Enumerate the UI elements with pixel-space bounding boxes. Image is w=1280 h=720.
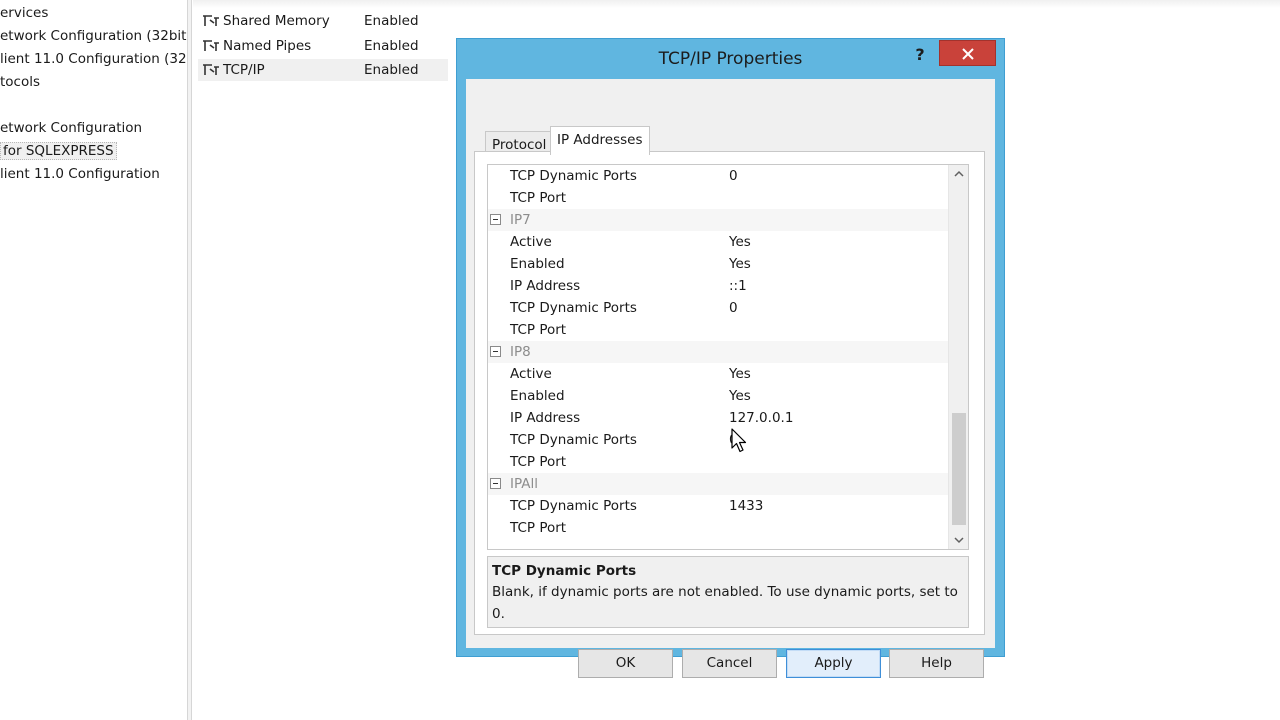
close-button[interactable] bbox=[939, 40, 996, 66]
property-name: TCP Port bbox=[510, 190, 567, 206]
property-name: Enabled bbox=[510, 388, 565, 404]
grid-category-ipall[interactable]: IPAll bbox=[488, 473, 948, 495]
dialog-client-area: Protocol IP Addresses TCP Dynamic Ports … bbox=[466, 79, 995, 678]
property-name: TCP Port bbox=[510, 520, 567, 536]
tree-item-label: lient 11.0 Configuration (32 bbox=[0, 51, 187, 67]
tree-item-network-config-32bit[interactable]: etwork Configuration (32bit bbox=[0, 26, 186, 46]
protocol-name: Named Pipes bbox=[223, 38, 312, 54]
tree-item-services[interactable]: ervices bbox=[0, 3, 48, 23]
tree-item-client-config-32bit[interactable]: lient 11.0 Configuration (32 bbox=[0, 49, 187, 69]
property-value: Yes bbox=[729, 388, 751, 404]
property-grid: TCP Dynamic Ports 0 TCP Port IP7 Active … bbox=[487, 164, 969, 550]
grid-row-ip-address[interactable]: IP Address 127.0.0.1 bbox=[488, 407, 948, 429]
grid-row-tcp-port[interactable]: TCP Port bbox=[488, 187, 948, 209]
collapse-icon[interactable] bbox=[490, 214, 501, 225]
grid-category-ip8[interactable]: IP8 bbox=[488, 341, 948, 363]
property-name: TCP Dynamic Ports bbox=[510, 432, 637, 448]
property-value: ::1 bbox=[729, 278, 747, 294]
property-name: TCP Dynamic Ports bbox=[510, 498, 637, 514]
mouse-cursor-icon bbox=[731, 428, 747, 453]
tcpip-properties-dialog: TCP/IP Properties ? Protocol IP Addresse… bbox=[456, 38, 1005, 678]
description-title: TCP Dynamic Ports bbox=[492, 563, 637, 579]
property-name: TCP Dynamic Ports bbox=[510, 168, 637, 184]
scroll-up-icon[interactable] bbox=[949, 165, 969, 183]
property-name: TCP Port bbox=[510, 454, 567, 470]
grid-row-tcp-port[interactable]: TCP Port bbox=[488, 451, 948, 473]
grid-row-active[interactable]: Active Yes bbox=[488, 231, 948, 253]
grid-row-tcp-port[interactable]: TCP Port bbox=[488, 319, 948, 341]
protocol-name: Shared Memory bbox=[223, 13, 330, 29]
left-tree-pane: ervices etwork Configuration (32bit lien… bbox=[0, 0, 187, 720]
protocol-status: Enabled bbox=[364, 13, 419, 29]
property-value: 127.0.0.1 bbox=[729, 410, 794, 426]
property-value: Yes bbox=[729, 366, 751, 382]
collapse-icon[interactable] bbox=[490, 346, 501, 357]
protocol-icon bbox=[203, 15, 219, 26]
category-name: IP7 bbox=[510, 212, 531, 228]
grid-row-tcp-dynamic-ports[interactable]: TCP Dynamic Ports 1433 bbox=[488, 495, 948, 517]
description-text: Blank, if dynamic ports are not enabled.… bbox=[492, 584, 958, 622]
grid-row-tcp-port[interactable]: TCP Port bbox=[488, 517, 948, 539]
protocol-row-tcp-ip[interactable]: TCP/IP Enabled bbox=[198, 59, 448, 81]
tree-item-client-config[interactable]: lient 11.0 Configuration bbox=[0, 164, 160, 184]
ip-addresses-panel: TCP Dynamic Ports 0 TCP Port IP7 Active … bbox=[474, 151, 985, 635]
collapse-icon[interactable] bbox=[490, 478, 501, 489]
protocol-status: Enabled bbox=[364, 62, 419, 78]
tree-item-label: tocols bbox=[0, 74, 41, 90]
property-value: Yes bbox=[729, 256, 751, 272]
grid-row-tcp-dynamic-ports[interactable]: TCP Dynamic Ports 0 bbox=[488, 165, 948, 187]
property-grid-scrollbar[interactable] bbox=[948, 165, 968, 549]
grid-category-ip7[interactable]: IP7 bbox=[488, 209, 948, 231]
category-name: IP8 bbox=[510, 344, 531, 360]
grid-row-ip-address[interactable]: IP Address ::1 bbox=[488, 275, 948, 297]
property-name: IP Address bbox=[510, 410, 581, 426]
help-button[interactable]: Help bbox=[889, 649, 984, 678]
grid-row-tcp-dynamic-ports[interactable]: TCP Dynamic Ports 0 bbox=[488, 429, 948, 451]
property-name: IP Address bbox=[510, 278, 581, 294]
tree-item-label: lient 11.0 Configuration bbox=[0, 166, 160, 182]
dialog-titlebar[interactable]: TCP/IP Properties ? bbox=[457, 39, 1004, 79]
property-description: TCP Dynamic Ports Blank, if dynamic port… bbox=[487, 556, 969, 628]
protocol-status: Enabled bbox=[364, 38, 419, 54]
grid-row-enabled[interactable]: Enabled Yes bbox=[488, 385, 948, 407]
property-value: 1433 bbox=[729, 498, 764, 514]
tree-item-label: etwork Configuration (32bit bbox=[0, 28, 187, 44]
scroll-thumb[interactable] bbox=[952, 413, 966, 525]
property-name: TCP Port bbox=[510, 322, 567, 338]
category-name: IPAll bbox=[510, 476, 538, 492]
close-icon bbox=[962, 48, 974, 60]
pane-splitter[interactable] bbox=[187, 0, 192, 720]
scroll-down-icon[interactable] bbox=[949, 531, 969, 549]
property-name: TCP Dynamic Ports bbox=[510, 300, 637, 316]
grid-row-enabled[interactable]: Enabled Yes bbox=[488, 253, 948, 275]
help-icon[interactable]: ? bbox=[909, 44, 931, 66]
apply-button[interactable]: Apply bbox=[786, 649, 881, 678]
property-name: Active bbox=[510, 234, 552, 250]
ok-button[interactable]: OK bbox=[578, 649, 673, 678]
list-header-shadow bbox=[193, 0, 1280, 8]
tree-item-label: etwork Configuration bbox=[0, 120, 143, 136]
grid-row-active[interactable]: Active Yes bbox=[488, 363, 948, 385]
protocol-icon bbox=[203, 40, 219, 51]
tab-ip-addresses[interactable]: IP Addresses bbox=[550, 126, 650, 155]
grid-row-tcp-dynamic-ports[interactable]: TCP Dynamic Ports 0 bbox=[488, 297, 948, 319]
tree-item-label: for SQLEXPRESS bbox=[0, 142, 117, 160]
protocol-icon bbox=[203, 64, 219, 75]
tree-item-protocols-sqlexpress[interactable]: for SQLEXPRESS bbox=[0, 141, 117, 161]
property-value: 0 bbox=[729, 300, 738, 316]
property-name: Active bbox=[510, 366, 552, 382]
property-name: Enabled bbox=[510, 256, 565, 272]
tree-item-protocols[interactable]: tocols bbox=[0, 72, 40, 92]
tree-item-network-config[interactable]: etwork Configuration bbox=[0, 118, 142, 138]
cancel-button[interactable]: Cancel bbox=[682, 649, 777, 678]
protocol-name: TCP/IP bbox=[223, 62, 265, 78]
property-value: 0 bbox=[729, 168, 738, 184]
tree-item-label: ervices bbox=[0, 5, 49, 21]
property-value: Yes bbox=[729, 234, 751, 250]
